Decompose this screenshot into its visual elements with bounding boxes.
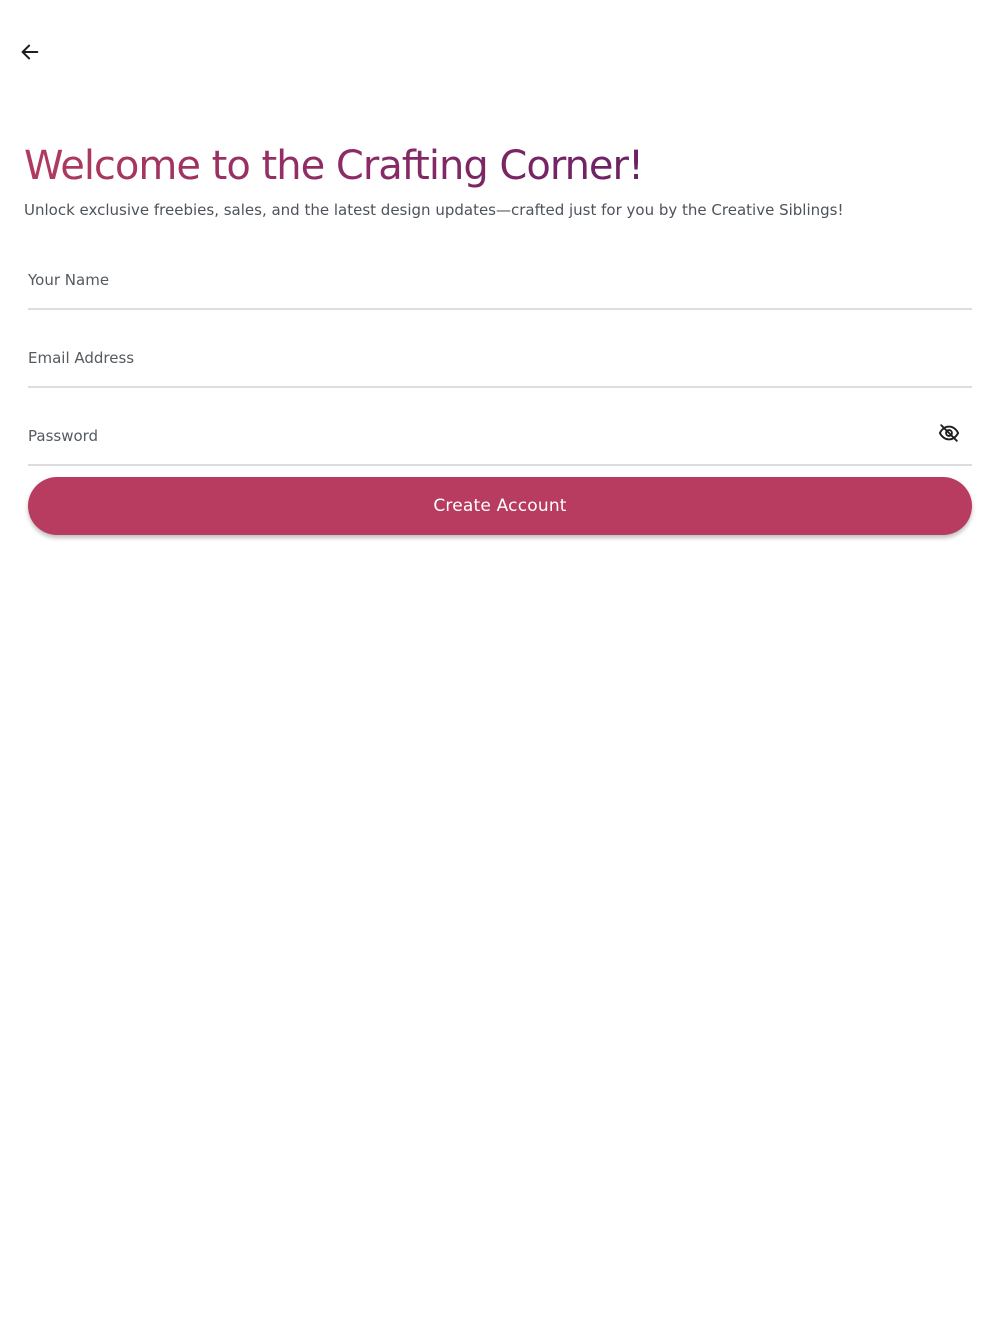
email-field-label: Email Address — [28, 349, 135, 367]
arrow-left-icon — [19, 41, 41, 67]
page-title: Welcome to the Crafting Corner! — [24, 140, 644, 192]
create-account-button-label: Create Account — [433, 496, 567, 516]
name-field[interactable]: Your Name — [28, 252, 972, 310]
email-field[interactable]: Email Address — [28, 330, 972, 388]
create-account-button[interactable]: Create Account — [28, 477, 972, 535]
password-visibility-toggle[interactable] — [932, 418, 966, 452]
password-field-label: Password — [28, 427, 99, 445]
page-subtitle: Unlock exclusive freebies, sales, and th… — [24, 201, 844, 219]
back-button[interactable] — [12, 36, 48, 72]
eye-off-icon — [938, 422, 960, 448]
name-field-label: Your Name — [28, 271, 110, 289]
password-field[interactable]: Password — [28, 408, 972, 466]
